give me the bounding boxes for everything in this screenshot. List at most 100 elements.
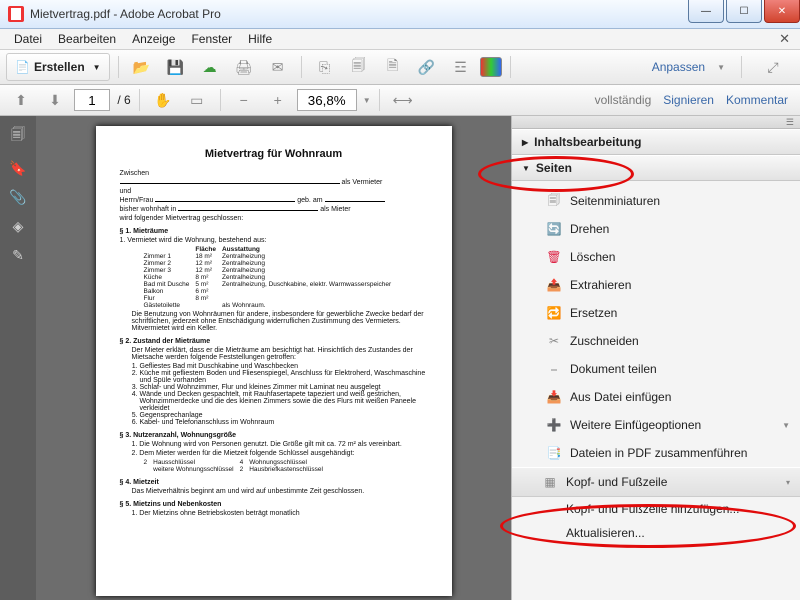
zoom-out-button[interactable]: − — [229, 86, 259, 114]
chevron-down-icon[interactable]: ▼ — [363, 96, 371, 105]
comment-link[interactable]: Kommentar — [726, 93, 788, 107]
tool-header-footer[interactable]: ▦ Kopf- und Fußzeile ▾ — [512, 467, 800, 497]
doc-text: bisher wohnhaft in — [120, 206, 177, 213]
left-rail: 🗐 🔖 📎 ◈ ✎ — [0, 116, 36, 600]
doc-button[interactable]: 🗎 — [378, 53, 408, 81]
toolbar-main: 📄 Erstellen ▼ 📂 💾 ☁ 🖨 ✉ ⎘ 🗐 🗎 🔗 ☲ Anpass… — [0, 50, 800, 85]
doc-section: § 5. Mietzins und Nebenkosten — [120, 501, 428, 508]
hf-add[interactable]: Kopf- und Fußzeile hinzufügen... — [512, 497, 800, 521]
tool-delete[interactable]: 🗑Löschen — [512, 243, 800, 271]
blank-line — [155, 201, 295, 202]
tools-panel: ☰ ▶ Inhaltsbearbeitung ▼ Seiten 🗐Seitenm… — [511, 116, 800, 600]
section-pages[interactable]: ▼ Seiten — [512, 155, 800, 181]
export-button[interactable]: ⎘ — [310, 53, 340, 81]
chevron-down-icon: ▼ — [782, 421, 790, 430]
pages-panel-icon[interactable]: 🗐 — [11, 124, 25, 148]
doc-text: 1. Der Mietzins ohne Betriebskosten betr… — [132, 510, 428, 517]
tool-label: Zuschneiden — [570, 334, 639, 348]
customize-link[interactable]: Anpassen — [652, 60, 705, 74]
bookmarks-panel-icon[interactable]: 🔖 — [9, 160, 26, 177]
doc-section: § 2. Zustand der Mieträume — [120, 338, 428, 345]
replace-icon: 🔁 — [546, 305, 562, 321]
section-content-editing[interactable]: ▶ Inhaltsbearbeitung — [512, 129, 800, 155]
tool-more-insert[interactable]: ➕Weitere Einfügeoptionen▼ — [512, 411, 800, 439]
separator — [301, 56, 302, 78]
tool-insert-from-file[interactable]: 📥Aus Datei einfügen — [512, 383, 800, 411]
full-text: vollständig — [595, 93, 652, 107]
tool-label: Dateien in PDF zusammenführen — [570, 446, 747, 460]
combine-icon: 📑 — [546, 445, 562, 461]
cloud-button[interactable]: ☁ — [195, 53, 225, 81]
maximize-button[interactable]: ☐ — [726, 0, 762, 23]
tool-label: Drehen — [570, 222, 609, 236]
chevron-down-icon: ▼ — [93, 63, 101, 72]
share-button[interactable]: 🔗 — [412, 53, 442, 81]
close-button[interactable]: ✕ — [764, 0, 800, 23]
page-down-button[interactable]: ⬇ — [40, 86, 70, 114]
tool-extract[interactable]: 📤 Extrahieren — [512, 271, 800, 299]
open-button[interactable]: 📂 — [127, 53, 157, 81]
tool-label: Aus Datei einfügen — [570, 390, 671, 404]
document-area[interactable]: Mietvertrag für Wohnraum Zwischen als Ve… — [36, 116, 511, 600]
attachments-panel-icon[interactable]: 📎 — [9, 189, 26, 206]
more-insert-icon: ➕ — [546, 417, 562, 433]
document-page: Mietvertrag für Wohnraum Zwischen als Ve… — [96, 126, 452, 596]
fullscreen-button[interactable]: ⤢ — [758, 53, 788, 81]
menu-help[interactable]: Hilfe — [240, 30, 280, 48]
blank-line — [178, 210, 318, 211]
tool-thumbnails[interactable]: 🗐Seitenminiaturen — [512, 187, 800, 215]
blank-line — [120, 183, 340, 184]
zoom-in-button[interactable]: + — [263, 86, 293, 114]
doc-text: 1. Die Wohnung wird von Personen genutzt… — [132, 441, 428, 448]
tool-combine[interactable]: 📑 Dateien in PDF zusammenführen — [512, 439, 800, 467]
tool-label: Extrahieren — [570, 278, 631, 292]
tool-label: Dokument teilen — [570, 362, 657, 376]
hf-update[interactable]: Aktualisieren... — [512, 521, 800, 545]
print-button[interactable]: 🖨 — [229, 53, 259, 81]
menu-window[interactable]: Fenster — [183, 30, 240, 48]
tool-split[interactable]: ⎯Dokument teilen — [512, 355, 800, 383]
fit-width-button[interactable]: ⟷ — [388, 86, 418, 114]
rooms-table: FlächeAusstattung Zimmer 118 m²Zentralhe… — [144, 246, 398, 309]
create-button[interactable]: 📄 Erstellen ▼ — [6, 53, 110, 81]
doc-text: und — [120, 188, 428, 195]
crop-icon: ✂ — [546, 333, 562, 349]
doc-text: als Mieter — [320, 206, 350, 213]
menubar: Datei Bearbeiten Anzeige Fenster Hilfe ✕ — [0, 29, 800, 50]
sign-link[interactable]: Signieren — [663, 93, 714, 107]
header-footer-icon: ▦ — [542, 474, 558, 490]
form-button[interactable]: ☲ — [446, 53, 476, 81]
separator — [220, 89, 221, 111]
toolbar-nav: ⬆ ⬇ / 6 ✋ ▭ − + ▼ ⟷ vollständig Signiere… — [0, 85, 800, 116]
page-up-button[interactable]: ⬆ — [6, 86, 36, 114]
tool-replace[interactable]: 🔁Ersetzen — [512, 299, 800, 327]
tool-rotate[interactable]: 🔄Drehen — [512, 215, 800, 243]
menu-file[interactable]: Datei — [6, 30, 50, 48]
select-tool-button[interactable]: ▭ — [182, 86, 212, 114]
doc-list: Gefliestes Bad mit Duschkabine und Wasch… — [140, 363, 428, 426]
tool-label: Löschen — [570, 250, 615, 264]
menu-edit[interactable]: Bearbeiten — [50, 30, 124, 48]
keys-table: 2Hausschlüssel4Wohnungsschlüssel weitere… — [144, 459, 329, 473]
save-button[interactable]: 💾 — [161, 53, 191, 81]
doc-section: § 4. Mietzeit — [120, 479, 428, 486]
layers-panel-icon[interactable]: ◈ — [13, 218, 24, 235]
signatures-panel-icon[interactable]: ✎ — [12, 247, 24, 264]
chevron-down-icon: ▾ — [786, 478, 790, 487]
page-input[interactable] — [74, 89, 110, 111]
color-button[interactable] — [480, 57, 502, 77]
doc-text: als Vermieter — [341, 179, 382, 186]
doc-title: Mietvertrag für Wohnraum — [120, 148, 428, 160]
scan-button[interactable]: 🗐 — [344, 53, 374, 81]
doc-text: Herrn/Frau — [120, 197, 154, 204]
doc-text: geb. am — [297, 197, 322, 204]
tool-crop[interactable]: ✂ Zuschneiden — [512, 327, 800, 355]
close-document-icon[interactable]: ✕ — [775, 31, 794, 47]
menu-view[interactable]: Anzeige — [124, 30, 183, 48]
hand-tool-button[interactable]: ✋ — [148, 86, 178, 114]
minimize-button[interactable]: — — [688, 0, 724, 23]
email-button[interactable]: ✉ — [263, 53, 293, 81]
zoom-input[interactable] — [297, 89, 357, 111]
extract-icon: 📤 — [546, 277, 562, 293]
app-icon — [8, 6, 24, 22]
